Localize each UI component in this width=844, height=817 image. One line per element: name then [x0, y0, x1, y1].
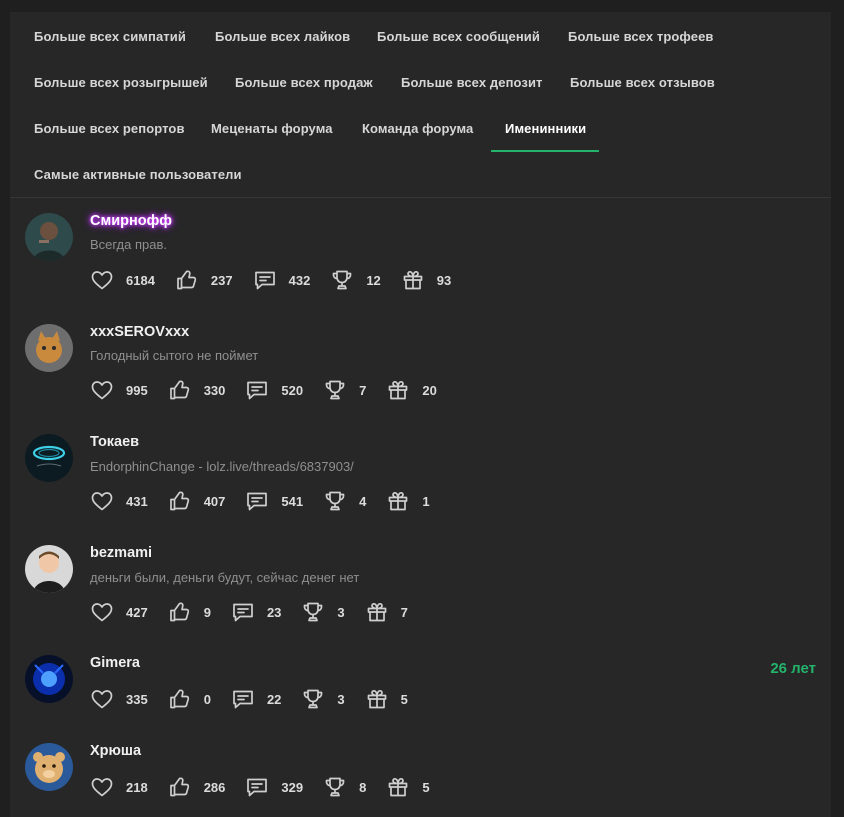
stat-gifts: 20 [386, 378, 437, 402]
tab-most-likes[interactable]: Больше всех лайков [201, 14, 364, 60]
members-panel: Больше всех симпатий Больше всех лайков … [10, 12, 831, 817]
stat-trophies: 3 [301, 687, 345, 711]
stat-gifts: 5 [365, 687, 408, 711]
stat-trophies: 8 [323, 775, 366, 799]
avatar[interactable] [25, 743, 73, 791]
heart-icon [90, 600, 114, 624]
username[interactable]: Токаев [90, 434, 139, 450]
tab-most-deposit[interactable]: Больше всех депозит [387, 60, 557, 106]
stat-sympathies: 335 [90, 687, 148, 711]
message-icon [231, 600, 255, 624]
gift-icon [401, 268, 425, 292]
stat-messages: 329 [245, 775, 303, 799]
stat-trophies: 4 [323, 489, 366, 513]
trophy-icon [301, 600, 325, 624]
tab-most-messages[interactable]: Больше всех сообщений [363, 14, 554, 60]
message-icon [253, 268, 277, 292]
heart-icon [90, 489, 114, 513]
stat-likes: 0 [168, 687, 211, 711]
user-status: EndorphinChange - lolz.live/threads/6837… [90, 459, 354, 474]
stat-messages: 22 [231, 687, 281, 711]
stat-sympathies: 218 [90, 775, 148, 799]
stat-likes: 286 [168, 775, 225, 799]
stat-messages: 432 [253, 268, 310, 292]
stat-sympathies: 427 [90, 600, 148, 624]
thumbs-up-icon [175, 268, 199, 292]
user-stats: 335 0 22 3 5 [90, 687, 428, 711]
avatar[interactable] [25, 434, 73, 482]
tab-birthdays[interactable]: Именинники [491, 106, 599, 152]
stat-likes: 407 [168, 489, 225, 513]
stat-gifts: 5 [386, 775, 430, 799]
user-stats: 427 9 23 3 7 [90, 600, 428, 624]
tab-most-giveaways[interactable]: Больше всех розыгрышей [20, 60, 222, 106]
user-status: деньги были, деньги будут, сейчас денег … [90, 570, 360, 585]
stat-likes: 330 [168, 378, 225, 402]
tab-forum-team[interactable]: Команда форума [348, 106, 487, 152]
trophy-icon [301, 687, 325, 711]
user-stats: 218 286 329 8 5 [90, 775, 450, 799]
trophy-icon [323, 489, 347, 513]
heart-icon [90, 775, 114, 799]
heart-icon [90, 268, 114, 292]
thumbs-up-icon [168, 489, 192, 513]
user-stats: 995 330 520 7 20 [90, 378, 457, 402]
stat-likes: 9 [168, 600, 211, 624]
stat-trophies: 12 [330, 268, 381, 292]
gift-icon [386, 378, 410, 402]
username[interactable]: Смирнофф [90, 213, 172, 229]
tab-most-active-users[interactable]: Самые активные пользователи [20, 152, 256, 198]
user-stats: 431 407 541 4 1 [90, 489, 450, 513]
user-status: Всегда прав. [90, 237, 168, 252]
stat-gifts: 1 [386, 489, 430, 513]
stat-sympathies: 995 [90, 378, 148, 402]
stat-messages: 23 [231, 600, 281, 624]
stat-gifts: 7 [365, 600, 408, 624]
stat-messages: 520 [245, 378, 303, 402]
tab-most-sales[interactable]: Больше всех продаж [221, 60, 387, 106]
stat-gifts: 93 [401, 268, 451, 292]
stat-messages: 541 [245, 489, 303, 513]
message-icon [231, 687, 255, 711]
tab-most-trophies[interactable]: Больше всех трофеев [554, 14, 728, 60]
thumbs-up-icon [168, 775, 192, 799]
stat-trophies: 3 [301, 600, 345, 624]
stat-trophies: 7 [323, 378, 366, 402]
gift-icon [365, 600, 389, 624]
thumbs-up-icon [168, 687, 192, 711]
heart-icon [90, 378, 114, 402]
trophy-icon [330, 268, 354, 292]
age-badge: 26 лет [770, 660, 816, 677]
stat-sympathies: 6184 [90, 268, 155, 292]
message-icon [245, 489, 269, 513]
stat-sympathies: 431 [90, 489, 148, 513]
avatar[interactable] [25, 213, 73, 261]
thumbs-up-icon [168, 378, 192, 402]
avatar[interactable] [25, 545, 73, 593]
stat-likes: 237 [175, 268, 233, 292]
tab-most-sympathies[interactable]: Больше всех симпатий [20, 14, 200, 60]
tab-bar: Больше всех симпатий Больше всех лайков … [10, 12, 831, 198]
avatar[interactable] [25, 324, 73, 372]
trophy-icon [323, 378, 347, 402]
tab-forum-patrons[interactable]: Меценаты форума [197, 106, 347, 152]
username[interactable]: xxxSEROVxxx [90, 324, 189, 340]
user-status: Голодный сытого не поймет [90, 348, 259, 363]
heart-icon [90, 687, 114, 711]
username[interactable]: Gimera [90, 655, 140, 671]
username[interactable]: Хрюша [90, 743, 141, 759]
gift-icon [386, 775, 410, 799]
username[interactable]: bezmami [90, 545, 152, 561]
gift-icon [386, 489, 410, 513]
thumbs-up-icon [168, 600, 192, 624]
user-stats: 6184 237 432 12 93 [90, 268, 471, 292]
tab-most-reviews[interactable]: Больше всех отзывов [556, 60, 729, 106]
message-icon [245, 775, 269, 799]
trophy-icon [323, 775, 347, 799]
message-icon [245, 378, 269, 402]
tab-most-reports[interactable]: Больше всех репортов [20, 106, 199, 152]
gift-icon [365, 687, 389, 711]
avatar[interactable] [25, 655, 73, 703]
